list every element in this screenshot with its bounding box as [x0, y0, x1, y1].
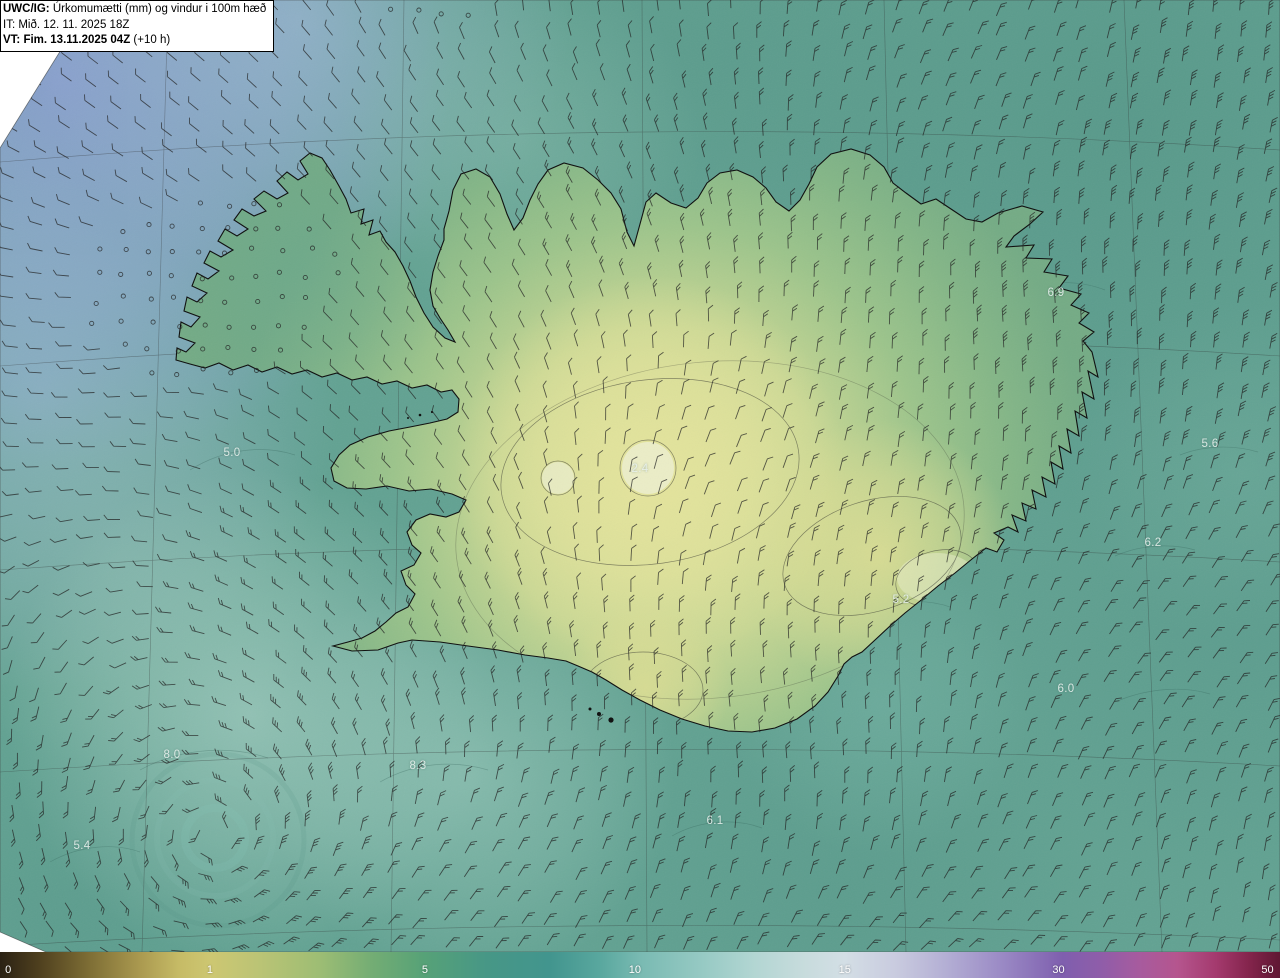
- model-title-line: UWC/IG: Úrkomumætti (mm) og vindur i 100…: [3, 2, 266, 18]
- noise-texture: [0, 0, 1280, 952]
- colorbar-tick-label: 10: [628, 964, 641, 976]
- init-time-line: IT: Mið. 12. 11. 2025 18Z: [3, 18, 130, 31]
- precipitation-colorbar: 0 1 5 10 15 30 50: [0, 952, 1280, 978]
- colorbar-ticks: 0 1 5 10 15 30 50: [0, 952, 1280, 978]
- colorbar-tick-label: 5: [421, 964, 429, 976]
- map-title: Úrkomumætti (mm) og vindur i 100m hæð: [52, 3, 267, 15]
- model-name: UWC/IG:: [3, 3, 50, 15]
- colorbar-tick-label: 1: [206, 964, 213, 976]
- colorbar-tick-label: 30: [1052, 964, 1065, 976]
- valid-time: VT: Fim. 13.11.2025 04Z: [3, 34, 131, 47]
- colorbar-tick-label: 50: [1261, 964, 1274, 976]
- forecast-info-box: UWC/IG: Úrkomumætti (mm) og vindur i 100…: [0, 0, 275, 52]
- colorbar-tick-label: 0: [5, 964, 12, 976]
- weather-map-page: 6.9 5.6 5.0 2.4 6.2 5.2 6.0 8.0 8.3 6.1 5.4 UWC/IG…: [0, 0, 1280, 978]
- precipitation-wind-map: 6.9 5.6 5.0 2.4 6.2 5.2 6.0 8.0 8.3 6.1 5.4 UWC/IG…: [0, 0, 1280, 952]
- colorbar-tick-label: 15: [838, 964, 851, 976]
- map-graphic: [0, 0, 1280, 952]
- valid-time-line: VT: Fim. 13.11.2025 04Z (+10 h): [3, 33, 266, 49]
- valid-offset: (+10 h): [133, 34, 171, 47]
